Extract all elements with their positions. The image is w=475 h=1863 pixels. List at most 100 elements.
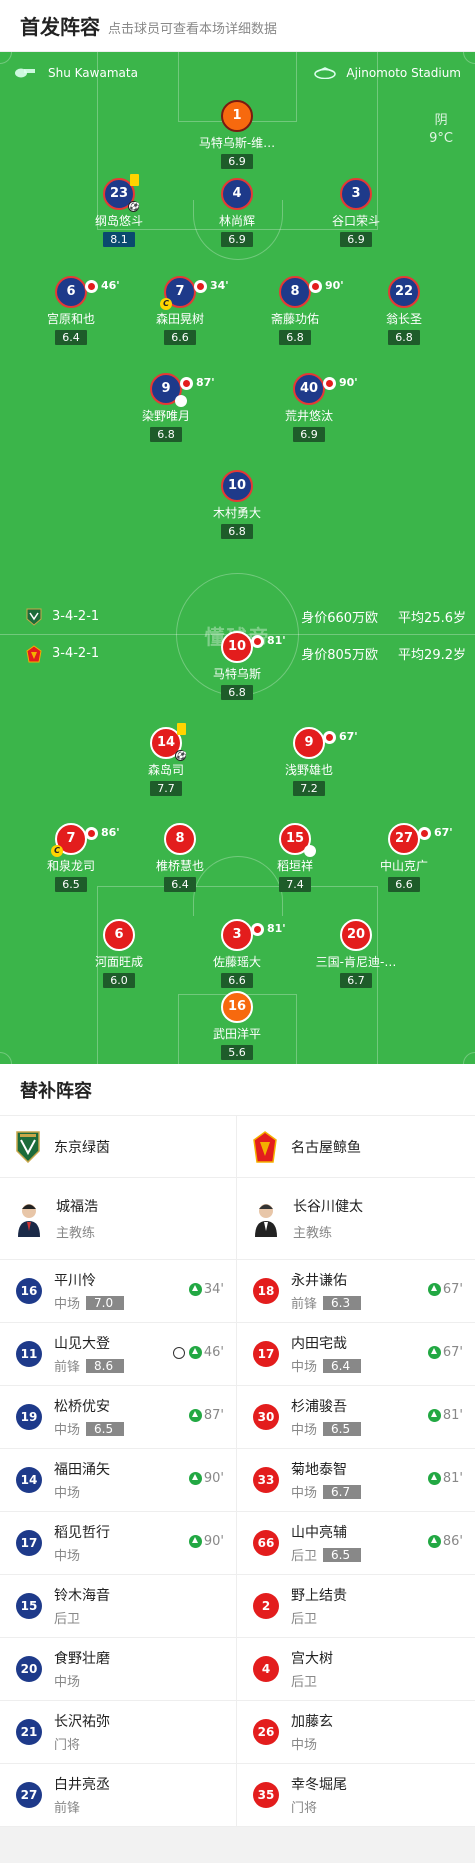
shirt-number: 17	[16, 1530, 42, 1556]
shirt-number: 7 C 86'	[51, 823, 120, 857]
player-position: 前锋	[54, 1360, 81, 1375]
home-player[interactable]: 8 90' 斋藤功佑 6.8	[235, 276, 355, 345]
home-team[interactable]: 东京绿茵	[0, 1116, 236, 1178]
player-rating: 6.3	[323, 1295, 362, 1310]
corner-bl	[0, 1052, 12, 1064]
shirt-number-text: 10	[227, 639, 247, 654]
substitute-row[interactable]: 16 平川怜 中场 7.0 34'	[0, 1260, 236, 1323]
player-name: 长沢祐弥	[54, 1714, 110, 1730]
away-substitutes: 名古屋鲸鱼 长谷川健太 主教练 18 永井谦佑 前锋 6.3 67' 17 内田宅哉 中场 6.4…	[237, 1116, 475, 1827]
player-rating: 6.5	[323, 1547, 362, 1562]
player-name: 和泉龙司	[46, 859, 95, 873]
home-player[interactable]: 7 C 34' 森田晃树 6.6	[120, 276, 240, 345]
sub-in: 34'	[188, 1282, 224, 1297]
away-player[interactable]: 16 武田洋平 5.6	[177, 991, 297, 1060]
away-formation: 3-4-2-1	[52, 646, 100, 661]
home-coach[interactable]: 城福浩 主教练	[0, 1178, 236, 1260]
substitute-row[interactable]: 17 内田宅哉 中场 6.4 67'	[237, 1323, 475, 1386]
sub-out-minute: 87'	[196, 376, 215, 389]
home-player[interactable]: 9 87' 染野唯月 6.8	[106, 373, 226, 442]
sub-in-arrow-icon	[188, 1346, 202, 1359]
substitute-row[interactable]: 35 幸冬堀尾 门将	[237, 1764, 475, 1827]
shirt-number: 4	[221, 178, 253, 210]
away-player[interactable]: 8 椎桥慧也 6.4	[120, 823, 240, 892]
player-info: 中场	[291, 1734, 333, 1753]
referee-name: Shu Kawamata	[48, 66, 138, 80]
player-rating: 8.1	[103, 232, 135, 247]
away-player[interactable]: 15 稻垣祥 7.4	[235, 823, 355, 892]
player-position: 中场	[54, 1297, 81, 1312]
captain-icon: C	[51, 845, 63, 857]
away-player[interactable]: 14 ⚽ 森岛司 7.7	[106, 723, 226, 796]
sub-in: 81'	[427, 1408, 463, 1423]
substitute-row[interactable]: 26 加藤玄 中场	[237, 1701, 475, 1764]
sub-out: 67'	[418, 819, 453, 847]
lineup-title: 首发阵容	[20, 15, 100, 39]
player-rating: 6.8	[221, 524, 253, 539]
substitute-row[interactable]: 17 稻见哲行 中场 90'	[0, 1512, 236, 1575]
substitute-row[interactable]: 20 食野壮磨 中场	[0, 1638, 236, 1701]
sub-in-minute: 86'	[442, 1534, 463, 1549]
player-info: 前锋 6.3	[291, 1293, 362, 1312]
substitute-row[interactable]: 15 铃木海音 后卫	[0, 1575, 236, 1638]
home-player[interactable]: 23 ⚽ 纲岛悠斗 8.1	[59, 174, 179, 247]
home-player[interactable]: 40 90' 荒井悠汰 6.9	[249, 373, 369, 442]
sub-in-minute: 81'	[442, 1408, 463, 1423]
player-name: 宫大树	[291, 1651, 333, 1667]
tokyo-verdy-crest-icon	[26, 608, 42, 626]
player-rating: 6.4	[164, 877, 196, 892]
shirt-number: 11	[16, 1341, 42, 1367]
goal-ball-icon: ⚽	[175, 750, 186, 761]
sub-out: 81'	[251, 627, 286, 655]
shirt-number-text: 3	[232, 927, 242, 942]
substitute-row[interactable]: 30 杉浦骏吾 中场 6.5 81'	[237, 1386, 475, 1449]
sub-in-minute: 34'	[203, 1282, 224, 1297]
sub-out-icon	[418, 826, 431, 840]
home-player[interactable]: 10 木村勇大 6.8	[177, 470, 297, 539]
home-player[interactable]: 1 马特乌斯-维… 6.9	[177, 100, 297, 169]
shirt-number: 8	[164, 823, 196, 855]
away-player[interactable]: 27 67' 中山克广 6.6	[344, 823, 464, 892]
substitute-row[interactable]: 18 永井谦佑 前锋 6.3 67'	[237, 1260, 475, 1323]
substitute-row[interactable]: 11 山见大登 前锋 8.6 46'	[0, 1323, 236, 1386]
player-name: 野上结贵	[291, 1588, 347, 1604]
away-coach[interactable]: 长谷川健太 主教练	[237, 1178, 475, 1260]
shirt-number: 23 ⚽	[103, 174, 139, 212]
away-player[interactable]: 9 67' 浅野雄也 7.2	[249, 727, 369, 796]
away-team-name: 名古屋鲸鱼	[291, 1139, 361, 1156]
player-position: 前锋	[54, 1801, 81, 1816]
shirt-number: 4	[253, 1656, 279, 1682]
player-info: 中场 6.5	[291, 1419, 362, 1438]
away-team[interactable]: 名古屋鲸鱼	[237, 1116, 475, 1178]
home-player[interactable]: 3 谷口荣斗 6.9	[296, 178, 416, 247]
stadium-icon	[314, 67, 337, 79]
substitute-row[interactable]: 33 菊地泰智 中场 6.7 81'	[237, 1449, 475, 1512]
lineup-subtitle: 点击球员可查看本场详细数据	[108, 21, 278, 37]
goal-ball-icon	[172, 1346, 185, 1359]
home-player[interactable]: 4 林尚辉 6.9	[177, 178, 297, 247]
substitute-row[interactable]: 21 长沢祐弥 门将	[0, 1701, 236, 1764]
shirt-number: 16	[221, 991, 253, 1023]
player-info: 中场	[54, 1482, 110, 1501]
substitute-row[interactable]: 19 松桥优安 中场 6.5 87'	[0, 1386, 236, 1449]
sub-in-minute: 67'	[442, 1282, 463, 1297]
shirt-number: 20	[340, 919, 372, 951]
away-player[interactable]: 7 C 86' 和泉龙司 6.5	[11, 823, 131, 892]
away-player[interactable]: 20 三国-肯尼迪-… 6.7	[296, 919, 416, 988]
substitute-row[interactable]: 66 山中亮辅 后卫 6.5 86'	[237, 1512, 475, 1575]
substitute-row[interactable]: 2 野上结贵 后卫	[237, 1575, 475, 1638]
substitute-row[interactable]: 4 宫大树 后卫	[237, 1638, 475, 1701]
player-position: 中场	[291, 1360, 318, 1375]
shirt-number: 35	[253, 1782, 279, 1808]
corner-tl	[0, 52, 12, 64]
home-player[interactable]: 6 46' 宫原和也 6.4	[11, 276, 131, 345]
away-player[interactable]: 10 81' 马特乌斯 6.8	[177, 631, 297, 700]
substitutes-columns: 东京绿茵 城福浩 主教练 16 平川怜 中场 7.0 34' 11 山见大登 前锋 8.6 46' 1…	[0, 1116, 475, 1827]
substitute-row[interactable]: 27 白井亮丞 前锋	[0, 1764, 236, 1827]
away-player[interactable]: 6 河面旺成 6.0	[59, 919, 179, 988]
away-player[interactable]: 3 81' 佐藤瑶大 6.6	[177, 919, 297, 988]
home-player[interactable]: 22 翁长圣 6.8	[344, 276, 464, 345]
substitute-row[interactable]: 14 福田涌矢 中场 90'	[0, 1449, 236, 1512]
shirt-number: 22	[388, 276, 420, 308]
sub-out-icon	[85, 279, 98, 293]
